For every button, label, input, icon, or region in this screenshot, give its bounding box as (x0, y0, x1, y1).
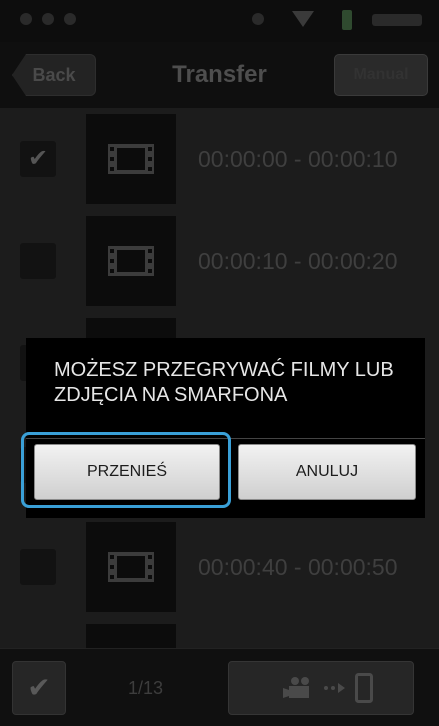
bottom-bar: ✔ 1/13 (0, 648, 439, 726)
smartphone-icon (355, 673, 373, 703)
transfer-button[interactable]: PRZENIEŚ (34, 444, 220, 500)
cancel-button[interactable]: ANULUJ (238, 444, 416, 500)
send-to-phone-button[interactable] (228, 661, 414, 715)
page-counter: 1/13 (128, 678, 164, 698)
transfer-screen: Transfer Back Manual ✔ 00:00:00 - 00:00:… (0, 0, 439, 726)
dialog-message: MOŻESZ PRZEGRYWAĆ FILMY LUB ZDJĘCIA NA S… (54, 359, 394, 406)
camera-icon (283, 677, 309, 698)
checkmark-icon: ✔ (27, 672, 51, 703)
arrow-dots-icon (324, 683, 345, 693)
select-all-button[interactable]: ✔ (12, 661, 66, 715)
